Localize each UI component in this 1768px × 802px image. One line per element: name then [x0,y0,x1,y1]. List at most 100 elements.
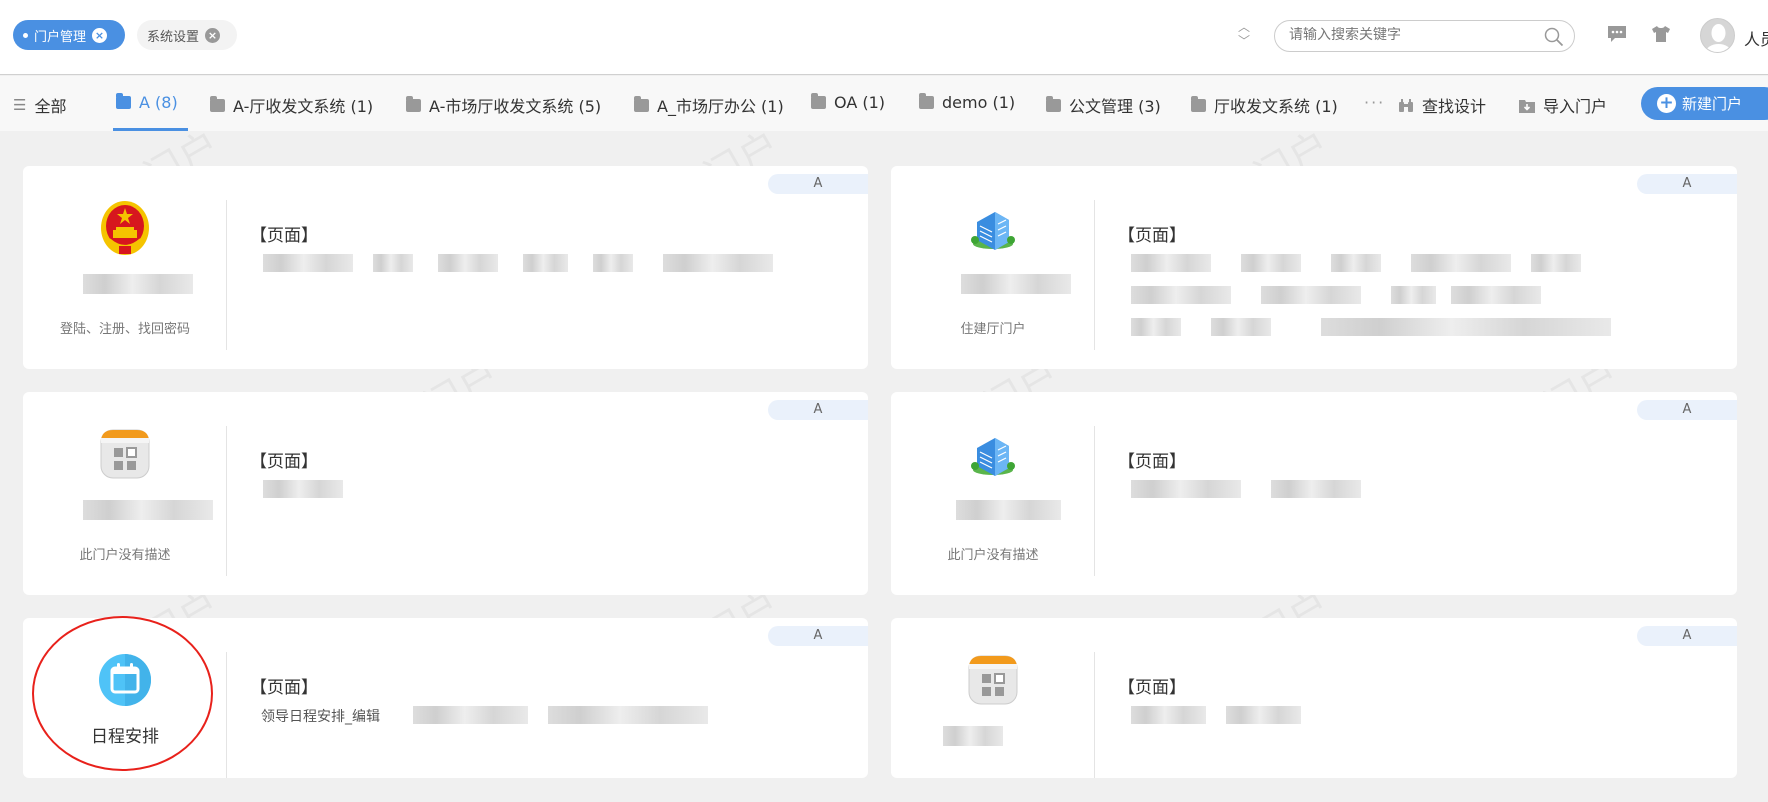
page-section-label: 【页面】 [1118,452,1186,472]
portal-name[interactable]: 日程安排 [23,722,227,747]
category-tab-label: A (8) [139,93,178,112]
redacted-page-link [1211,318,1271,336]
redacted-page-link [1271,480,1361,498]
redacted-page-link [1241,254,1301,272]
import-portal-label: 导入门户 [1543,97,1608,116]
category-badge: A [1637,174,1737,194]
redacted-page-link [1451,286,1541,304]
search-icon[interactable] [1544,27,1564,47]
redacted-page-link [1331,254,1381,272]
folder-icon [1191,95,1206,112]
folder-icon [919,93,934,109]
page-section-label: 【页面】 [250,678,318,698]
portal-summary: 此门户没有描述 [891,426,1095,576]
top-bar: 门户管理 × 系统设置 × ︿﹀ 人员 [0,0,1768,75]
binoculars-icon [1399,98,1413,112]
chevron-up-icon: ︿ [1238,20,1251,34]
portal-name-redacted [956,500,1061,520]
category-tab[interactable]: A (8) [116,93,178,112]
category-tab[interactable]: A-厅收发文系统 (1) [210,93,373,117]
category-tab-label: A_市场厅办公 (1) [657,97,784,116]
category-tab-label: 公文管理 (3) [1069,97,1161,116]
portal-description: 登陆、注册、找回密码 [59,322,190,337]
redacted-page-link [663,254,773,272]
redacted-page-link [1321,318,1611,336]
portal-description: 此门户没有描述 [79,548,171,563]
tab-system-settings[interactable]: 系统设置 × [137,20,237,50]
category-tab[interactable]: ☰ 全部 [13,93,66,117]
category-badge: A [1637,400,1737,420]
category-tab[interactable]: demo (1) [919,93,1015,112]
portal-card[interactable]: A 【页面】 [891,618,1737,778]
redacted-page-link [1131,706,1206,724]
list-icon: ☰ [13,96,27,114]
portal-card[interactable]: A 此门户没有描述 【页面】 [891,392,1737,595]
portal-card[interactable]: A 此门户没有描述 【页面】 [23,392,868,595]
redacted-page-link [1411,254,1511,272]
user-name[interactable]: 人员 [1744,26,1768,50]
tab-portal-management[interactable]: 门户管理 × [13,20,125,50]
portal-name-redacted [961,274,1071,294]
redacted-page-link [1226,706,1301,724]
category-tab[interactable]: A-市场厅收发文系统 (5) [406,93,601,117]
user-icon [1705,24,1732,52]
redacted-page-link [548,706,708,724]
app-grid-icon [99,426,151,482]
selected-tab-underline [113,128,188,131]
active-dot-icon [23,32,28,38]
category-tab[interactable]: OA (1) [811,93,885,112]
folder-icon [1046,95,1061,112]
portal-summary: 登陆、注册、找回密码 [23,200,227,350]
new-portal-label: 新建门户 [1682,95,1743,113]
building-icon [967,426,1019,482]
page-link[interactable]: 领导日程安排_编辑 [261,706,380,726]
skin-shirt-icon[interactable] [1651,25,1671,43]
new-portal-button[interactable]: + 新建门户 [1641,87,1768,120]
redacted-page-link [1131,286,1231,304]
close-icon[interactable]: × [92,27,108,43]
close-icon[interactable]: × [205,27,221,43]
redacted-page-link [523,254,568,272]
redacted-page-link [1261,286,1361,304]
redacted-page-link [1131,318,1181,336]
portal-card[interactable]: A 日程安排 【页面】 领导日程安排_编辑 [23,618,868,778]
page-section-label: 【页面】 [250,226,318,246]
import-folder-icon [1519,99,1535,113]
folder-icon [634,95,649,112]
portal-card[interactable]: A 住建厅门户 【页面】 [891,166,1737,369]
category-tab-label: OA (1) [834,93,886,112]
page-section-label: 【页面】 [1118,226,1186,246]
redacted-page-link [413,706,528,724]
category-badge: A [1637,626,1737,646]
redacted-page-link [263,480,343,498]
more-tabs-button[interactable]: ··· [1364,93,1385,112]
message-icon[interactable] [1607,25,1627,43]
redacted-page-link [1391,286,1436,304]
redacted-page-link [1531,254,1581,272]
search-input[interactable] [1289,27,1529,43]
category-tab[interactable]: 厅收发文系统 (1) [1191,93,1338,117]
search-box [1274,20,1575,52]
portal-description: 此门户没有描述 [947,548,1039,563]
find-design-button[interactable]: 查找设计 [1398,93,1486,117]
portal-summary: 日程安排 [23,652,227,778]
portal-name-redacted [83,274,193,294]
portal-name-redacted [943,726,1003,746]
category-tab-label: demo (1) [942,93,1016,112]
redacted-page-link [1131,480,1241,498]
category-tab[interactable]: A_市场厅办公 (1) [634,93,784,117]
portal-summary: 此门户没有描述 [23,426,227,576]
tab-label: 门户管理 [34,29,87,45]
portal-description: 住建厅门户 [960,322,1026,337]
redacted-page-link [1131,254,1211,272]
avatar[interactable] [1700,18,1735,53]
category-tab-label: 厅收发文系统 (1) [1214,97,1338,116]
find-design-label: 查找设计 [1422,97,1487,116]
page-section-label: 【页面】 [1118,678,1186,698]
category-badge: A [768,400,868,420]
portal-name-redacted [83,500,213,520]
portal-card[interactable]: A 登陆、注册、找回密码 【页面】 [23,166,868,369]
import-portal-button[interactable]: 导入门户 [1519,93,1607,117]
collapse-toggle[interactable]: ︿ ﹀ [1238,20,1250,48]
category-tab[interactable]: 公文管理 (3) [1046,93,1161,117]
